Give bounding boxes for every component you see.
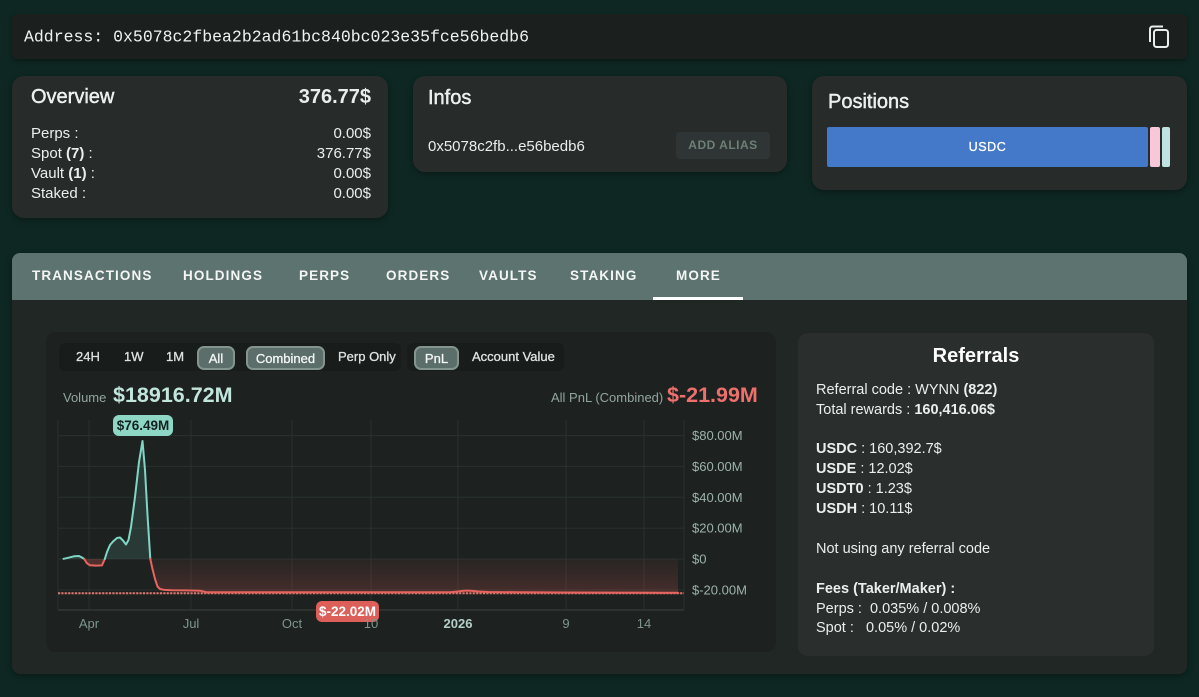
- svg-text:$40.00M: $40.00M: [692, 490, 743, 505]
- svg-text:Jul: Jul: [183, 616, 200, 631]
- svg-text:$60.00M: $60.00M: [692, 459, 743, 474]
- svg-text:2026: 2026: [444, 616, 473, 631]
- svg-text:Apr: Apr: [79, 616, 100, 631]
- svg-text:$-20.00M: $-20.00M: [692, 583, 747, 598]
- svg-text:9: 9: [562, 616, 569, 631]
- svg-text:$76.49M: $76.49M: [117, 418, 170, 433]
- svg-text:$80.00M: $80.00M: [692, 428, 743, 443]
- svg-text:10: 10: [364, 616, 378, 631]
- svg-text:$20.00M: $20.00M: [692, 521, 743, 536]
- svg-text:$0: $0: [692, 552, 706, 567]
- svg-text:Oct: Oct: [282, 616, 303, 631]
- svg-text:14: 14: [637, 616, 651, 631]
